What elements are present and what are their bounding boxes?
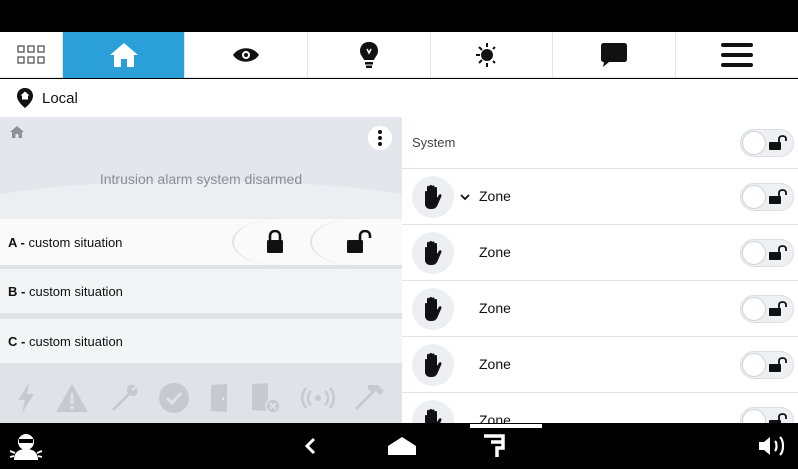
hand-stop-icon <box>412 344 454 386</box>
zone-label: Zone <box>479 244 511 260</box>
unlock-icon <box>769 189 787 204</box>
warning-icon <box>56 384 89 412</box>
eye-icon <box>233 48 259 62</box>
zone-row[interactable]: Zone <box>402 281 798 337</box>
back-chevron-icon <box>304 437 316 455</box>
volume-icon <box>759 436 785 456</box>
situation-c[interactable]: C - custom situation <box>0 319 402 363</box>
signal-icon <box>300 387 335 409</box>
zone-arm-toggle[interactable] <box>740 295 794 323</box>
hand-stop-icon <box>412 176 454 218</box>
zones-panel: System Zone Zone Zone Zone Zone <box>402 117 798 423</box>
alarm-status-icons <box>0 372 402 423</box>
zone-label: Zone <box>479 300 511 316</box>
zone-row[interactable]: Zone <box>402 169 798 225</box>
zone-row[interactable]: Zone <box>402 337 798 393</box>
lightbulb-icon <box>360 42 378 68</box>
location-pin-icon <box>17 88 33 108</box>
zone-label: Zone <box>479 188 511 204</box>
door-icon <box>210 384 227 412</box>
alarm-panel: Intrusion alarm system disarmed A - cust… <box>0 117 402 423</box>
tab-main-menu[interactable] <box>676 32 798 78</box>
system-arm-toggle[interactable] <box>740 129 794 157</box>
door-blocked-icon <box>252 383 281 414</box>
zone-label: Zone <box>479 356 511 372</box>
system-row[interactable]: System <box>402 117 798 169</box>
situation-a[interactable]: A - custom situation <box>0 219 402 265</box>
wrench-icon <box>111 384 138 411</box>
zone-arm-toggle[interactable] <box>740 351 794 379</box>
unlock-icon[interactable] <box>346 230 372 254</box>
hand-stop-icon <box>412 232 454 274</box>
home-shape-icon <box>388 437 416 455</box>
zone-arm-toggle[interactable] <box>740 183 794 211</box>
zone-arm-toggle[interactable] <box>740 407 794 423</box>
unlock-icon <box>769 245 787 260</box>
tab-messages[interactable] <box>553 32 676 78</box>
situation-label: custom situation <box>28 283 123 299</box>
unlock-icon <box>769 135 787 150</box>
navigation-bar <box>0 423 798 469</box>
home-button[interactable] <box>382 423 422 469</box>
back-button[interactable] <box>296 423 324 469</box>
situation-b[interactable]: B - custom situation <box>0 269 402 313</box>
home-icon <box>109 43 138 67</box>
sun-moon-icon <box>475 43 502 67</box>
situation-label: custom situation <box>28 333 123 349</box>
intruder-alert-icon <box>9 434 43 460</box>
status-bar <box>0 0 798 32</box>
recent-apps-icon <box>484 434 505 457</box>
volume-button[interactable] <box>756 423 792 469</box>
location-bar[interactable]: Local <box>0 79 798 117</box>
alarm-status-text: Intrusion alarm system disarmed <box>99 171 303 187</box>
recent-apps-button[interactable] <box>478 423 510 469</box>
unlock-icon <box>769 301 787 316</box>
hamburger-menu-icon <box>721 43 753 67</box>
top-tab-bar <box>0 32 798 78</box>
unlock-icon <box>769 413 787 423</box>
check-circle-icon <box>159 383 190 413</box>
lock-icon[interactable] <box>266 230 284 254</box>
zone-arm-toggle[interactable] <box>740 239 794 267</box>
location-name: Local <box>42 89 78 107</box>
situation-label: custom situation <box>28 234 123 250</box>
more-options-button[interactable] <box>368 126 392 150</box>
hammer-icon <box>355 385 385 410</box>
unlock-icon <box>769 357 787 372</box>
tab-view[interactable] <box>185 32 308 78</box>
hand-stop-icon <box>412 400 454 423</box>
zone-label: Zone <box>479 412 511 423</box>
alarm-header: Intrusion alarm system disarmed <box>0 117 402 241</box>
intruder-alert-button[interactable] <box>4 423 48 469</box>
zone-row[interactable]: Zone <box>402 393 798 423</box>
chevron-down-icon[interactable] <box>460 193 470 201</box>
hand-stop-icon <box>412 288 454 330</box>
home-icon <box>10 126 24 138</box>
chat-icon <box>601 43 627 67</box>
power-icon <box>17 383 34 413</box>
tab-climate[interactable] <box>431 32 553 78</box>
zone-row[interactable]: Zone <box>402 225 798 281</box>
tab-home[interactable] <box>63 32 185 78</box>
system-label: System <box>412 135 456 150</box>
tab-apps[interactable] <box>0 32 63 78</box>
scroll-indicator <box>470 424 542 428</box>
tab-lighting[interactable] <box>308 32 431 78</box>
grid-icon <box>17 45 45 64</box>
